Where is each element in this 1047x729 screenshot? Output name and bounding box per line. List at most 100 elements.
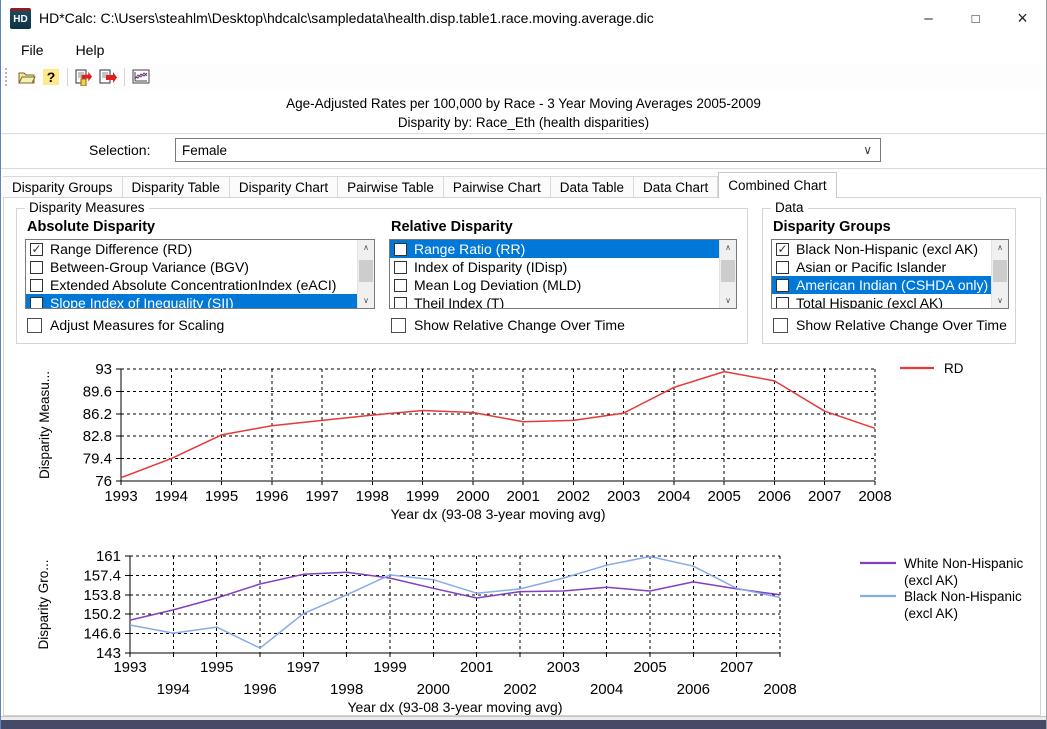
tab[interactable]: Data Chart: [634, 176, 718, 198]
line-chart: 161157.4153.8150.2146.614319931994199519…: [4, 538, 1040, 716]
svg-text:1998: 1998: [330, 681, 363, 698]
svg-text:1997: 1997: [305, 488, 338, 505]
disparity-groups-list[interactable]: ✓ Black Non-Hispanic (excl AK) Asian or …: [771, 239, 1009, 309]
tab-strip: Disparity Groups Disparity Table Dispari…: [3, 174, 1046, 198]
svg-text:1993: 1993: [104, 488, 137, 505]
maximize-button[interactable]: □: [952, 0, 999, 36]
checkbox[interactable]: [394, 297, 407, 309]
svg-text:157.4: 157.4: [83, 567, 121, 584]
scrollbar-thumb[interactable]: [993, 260, 1007, 282]
svg-text:146.6: 146.6: [83, 626, 121, 643]
toolbar-gripper[interactable]: [5, 68, 10, 86]
list-item[interactable]: Index of Disparity (IDisp): [390, 258, 719, 276]
tab[interactable]: Combined Chart: [718, 172, 836, 198]
relative-disparity-header: Relative Disparity: [391, 219, 513, 235]
svg-text:Disparity Measu...: Disparity Measu...: [37, 371, 52, 479]
svg-text:161: 161: [96, 548, 121, 565]
list-item[interactable]: Slope Index of Inequality (SII): [26, 294, 357, 308]
hdcalc-window: HD HD*Calc: C:\Users\steahlm\Desktop\hdc…: [0, 0, 1047, 729]
list-item[interactable]: Mean Log Deviation (MLD): [390, 276, 719, 294]
export-save-button[interactable]: [72, 66, 96, 88]
scrollbar-thumb[interactable]: [721, 260, 735, 282]
svg-text:1995: 1995: [205, 488, 238, 505]
scrollbar[interactable]: ∧ ∨: [357, 240, 374, 308]
export-button[interactable]: [96, 66, 120, 88]
svg-text:2005: 2005: [633, 659, 666, 676]
show-relative-change-checkbox[interactable]: Show Relative Change Over Time: [391, 317, 625, 333]
checkbox[interactable]: ✓: [776, 243, 789, 256]
tab[interactable]: Pairwise Table: [338, 176, 444, 198]
show-relative-change-data-checkbox[interactable]: Show Relative Change Over Time: [773, 317, 1007, 333]
open-file-button[interactable]: [15, 66, 39, 88]
tab[interactable]: Disparity Chart: [230, 176, 338, 198]
report-title: Age-Adjusted Rates per 100,000 by Race -…: [1, 96, 1046, 111]
checkbox[interactable]: [394, 279, 407, 292]
chevron-down-icon: ∨: [863, 143, 872, 157]
export-save-icon: [75, 69, 94, 86]
checkbox[interactable]: [30, 261, 43, 274]
svg-text:2000: 2000: [456, 488, 489, 505]
svg-text:150.2: 150.2: [83, 606, 121, 623]
scroll-up-icon[interactable]: ∧: [992, 240, 1008, 255]
tab[interactable]: Disparity Groups: [3, 176, 123, 198]
checkbox[interactable]: [776, 297, 789, 309]
close-button[interactable]: ×: [999, 0, 1046, 36]
checkbox[interactable]: [30, 297, 43, 309]
scroll-down-icon[interactable]: ∨: [720, 293, 736, 308]
selection-dropdown[interactable]: Female ∨: [175, 138, 881, 162]
svg-text:2005: 2005: [708, 488, 741, 505]
minimize-button[interactable]: –: [905, 0, 952, 36]
svg-text:2003: 2003: [547, 659, 580, 676]
scroll-down-icon[interactable]: ∨: [358, 293, 374, 308]
help-icon: ?: [43, 69, 59, 85]
scroll-up-icon[interactable]: ∧: [358, 240, 374, 255]
scroll-up-icon[interactable]: ∧: [720, 240, 736, 255]
svg-text:2006: 2006: [677, 681, 710, 698]
list-item[interactable]: Asian or Pacific Islander: [772, 258, 991, 276]
list-item[interactable]: Between-Group Variance (BGV): [26, 258, 357, 276]
svg-text:2000: 2000: [417, 681, 450, 698]
list-item[interactable]: ✓ Range Difference (RD): [26, 240, 357, 258]
scrollbar[interactable]: ∧ ∨: [991, 240, 1008, 308]
tab[interactable]: Disparity Table: [123, 176, 230, 198]
list-item[interactable]: Total Hispanic (excl AK): [772, 294, 991, 308]
checkbox[interactable]: ✓: [30, 243, 43, 256]
chart-options-button[interactable]: [129, 66, 153, 88]
checkbox[interactable]: [394, 243, 407, 256]
svg-text:89.6: 89.6: [83, 383, 112, 400]
tab[interactable]: Data Table: [551, 176, 634, 198]
line-chart: 9389.686.282.879.47619931994199519961997…: [4, 350, 1040, 532]
svg-text:2004: 2004: [657, 488, 690, 505]
menu-file[interactable]: File: [9, 38, 56, 62]
list-item[interactable]: Theil Index (T): [390, 294, 719, 308]
menu-help[interactable]: Help: [64, 38, 117, 62]
scrollbar-thumb[interactable]: [359, 260, 373, 282]
help-button[interactable]: ?: [39, 66, 63, 88]
tab[interactable]: Pairwise Chart: [444, 176, 551, 198]
adjust-measures-checkbox[interactable]: Adjust Measures for Scaling: [27, 317, 224, 333]
list-item[interactable]: American Indian (CSHDA only): [772, 276, 991, 294]
checkbox[interactable]: [394, 261, 407, 274]
chart-icon: [132, 69, 150, 85]
svg-text:Disparity Gro...: Disparity Gro...: [36, 559, 51, 649]
list-item[interactable]: Range Ratio (RR): [390, 240, 719, 258]
checkbox[interactable]: [776, 261, 789, 274]
checkbox[interactable]: [773, 318, 788, 333]
svg-text:86.2: 86.2: [83, 406, 112, 423]
svg-text:1999: 1999: [406, 488, 439, 505]
toolbar-separator: [124, 68, 125, 86]
scrollbar[interactable]: ∧ ∨: [719, 240, 736, 308]
app-icon: HD: [10, 8, 31, 29]
checkbox[interactable]: [27, 318, 42, 333]
svg-text:(excl AK): (excl AK): [904, 606, 958, 621]
checkbox[interactable]: [391, 318, 406, 333]
scroll-down-icon[interactable]: ∨: [992, 293, 1008, 308]
list-item[interactable]: ✓ Black Non-Hispanic (excl AK): [772, 240, 991, 258]
svg-text:1997: 1997: [287, 659, 320, 676]
checkbox[interactable]: [30, 279, 43, 292]
relative-disparity-list[interactable]: Range Ratio (RR) Index of Disparity (IDi…: [389, 239, 737, 309]
disparity-measures-groupbox: Disparity Measures Absolute Disparity ✓ …: [16, 208, 748, 344]
checkbox[interactable]: [776, 279, 789, 292]
list-item[interactable]: Extended Absolute ConcentrationIndex (eA…: [26, 276, 357, 294]
absolute-disparity-list[interactable]: ✓ Range Difference (RD) Between-Group Va…: [25, 239, 375, 309]
